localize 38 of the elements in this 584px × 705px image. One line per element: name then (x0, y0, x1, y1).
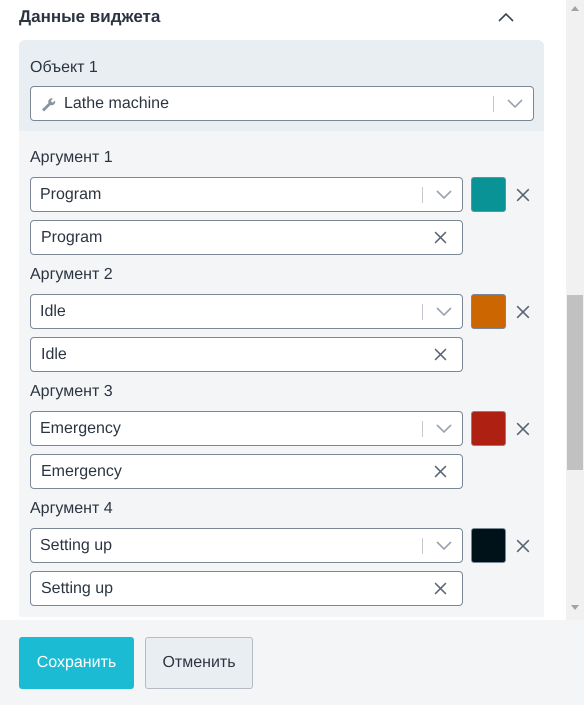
object-select[interactable]: Lathe machine (30, 86, 534, 121)
wrench-icon (40, 96, 56, 112)
name-field[interactable]: Idle (30, 337, 463, 372)
chevron-down-icon[interactable] (436, 540, 452, 550)
clear-icon[interactable] (434, 465, 447, 478)
object-label: Объект 1 (30, 59, 99, 77)
clear-icon[interactable] (434, 231, 447, 244)
scrollbar[interactable] (566, 0, 584, 620)
argument-select[interactable]: Emergency (30, 411, 463, 446)
color-swatch[interactable] (471, 177, 506, 212)
chevron-up-icon[interactable] (498, 12, 514, 22)
argument-label: Аргумент 2 (30, 266, 114, 284)
remove-icon[interactable] (516, 422, 530, 436)
scroll-up-icon[interactable] (571, 6, 579, 11)
argument-select[interactable]: Idle (30, 294, 463, 329)
argument-select[interactable]: Program (30, 177, 463, 212)
chevron-down-icon[interactable] (507, 98, 523, 108)
section-title: Данные виджета (19, 7, 160, 27)
color-swatch[interactable] (471, 528, 506, 563)
argument-label: Аргумент 4 (30, 500, 114, 518)
name-field[interactable]: Emergency (30, 454, 463, 489)
cancel-button[interactable]: Отменить (145, 636, 253, 688)
chevron-down-icon[interactable] (436, 306, 452, 316)
clear-icon[interactable] (434, 582, 447, 595)
color-swatch[interactable] (471, 294, 506, 329)
remove-icon[interactable] (516, 188, 530, 202)
argument-label: Аргумент 1 (30, 149, 114, 167)
chevron-down-icon[interactable] (436, 424, 452, 434)
argument-select[interactable]: Setting up (30, 528, 463, 563)
argument-label: Аргумент 3 (30, 383, 114, 401)
clear-icon[interactable] (434, 348, 447, 361)
name-field[interactable]: Program (30, 220, 463, 255)
chevron-down-icon[interactable] (436, 190, 452, 200)
remove-icon[interactable] (516, 304, 530, 318)
remove-icon[interactable] (516, 538, 530, 552)
color-swatch[interactable] (471, 411, 506, 446)
scroll-down-icon[interactable] (571, 605, 579, 610)
name-field[interactable]: Setting up (30, 571, 463, 606)
